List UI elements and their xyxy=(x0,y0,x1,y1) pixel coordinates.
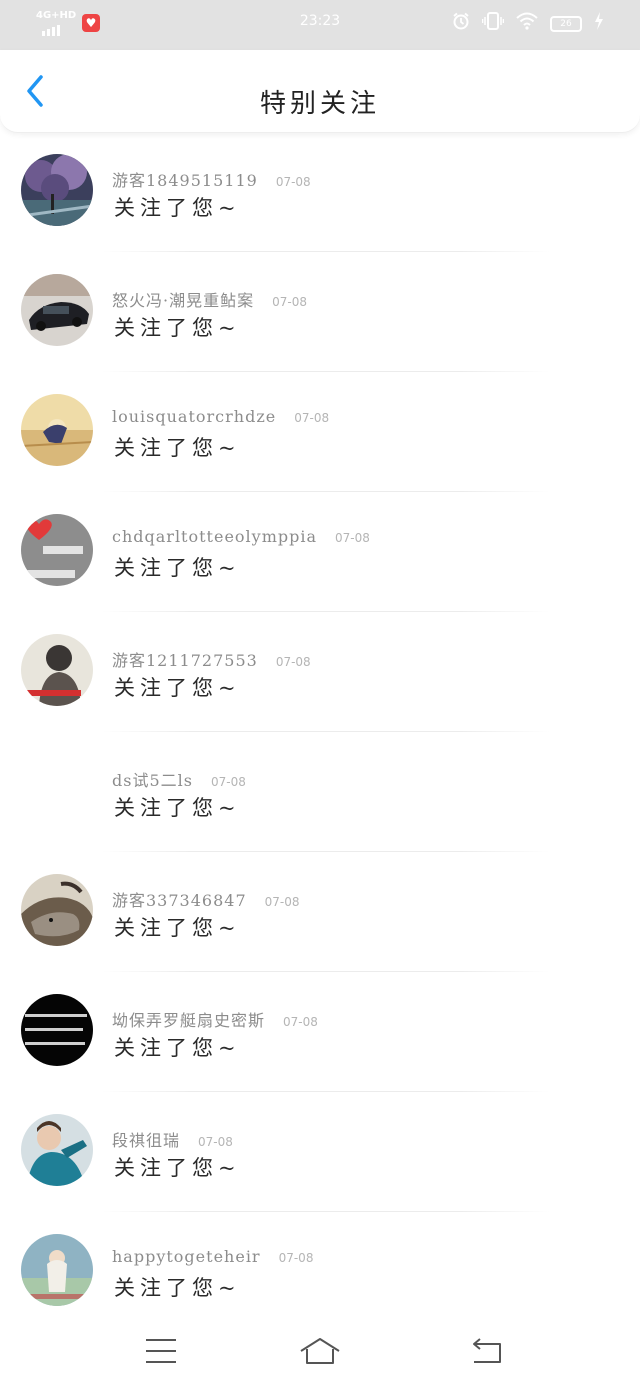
avatar[interactable] xyxy=(21,394,93,466)
follow-message: 关注了您~ xyxy=(114,676,241,700)
follow-date: 07-08 xyxy=(272,295,307,309)
follow-message: 关注了您~ xyxy=(114,1276,241,1300)
charging-icon xyxy=(594,12,604,35)
user-name[interactable]: 游客1211727553 xyxy=(112,647,258,671)
avatar[interactable] xyxy=(21,754,93,826)
avatar[interactable] xyxy=(21,154,93,226)
battery-level: 26 xyxy=(560,18,572,29)
wifi-icon xyxy=(516,12,538,35)
follow-message: 关注了您~ xyxy=(114,196,241,220)
follow-date: 07-08 xyxy=(294,411,330,425)
follow-date: 07-08 xyxy=(335,531,370,545)
user-name[interactable]: 段祺徂瑞 xyxy=(112,1127,180,1151)
list-item[interactable]: 游客1849515119 07-08 关注了您~ xyxy=(0,132,640,252)
user-name[interactable]: 怒火冯·潮晃重鲇案 xyxy=(112,287,254,311)
avatar[interactable] xyxy=(21,634,93,706)
user-name[interactable]: 坳保弄罗艇扇史密斯 xyxy=(112,1007,265,1031)
page-title: 特别关注 xyxy=(259,89,380,119)
list-item[interactable]: happytogeteheir 07-08 关注了您~ xyxy=(0,1212,640,1332)
follow-message: 关注了您~ xyxy=(114,556,241,580)
list-item[interactable]: louisquatorcrhdze 07-08 关注了您~ xyxy=(0,372,640,492)
status-right: 26 xyxy=(452,12,604,35)
user-name[interactable]: chdqarltotteeolymppia xyxy=(112,527,317,546)
follow-list: 游客1849515119 07-08 关注了您~ 怒火冯·潮晃重鲇案 07-08… xyxy=(0,132,640,1332)
follow-message: 关注了您~ xyxy=(114,916,241,940)
back-icon xyxy=(473,1338,501,1363)
follow-message: 关注了您~ xyxy=(114,1156,241,1180)
vibrate-icon xyxy=(481,12,505,35)
avatar[interactable] xyxy=(21,994,93,1066)
user-name[interactable]: happytogeteheir xyxy=(112,1247,261,1266)
home-button[interactable] xyxy=(295,1331,345,1371)
back-nav-button[interactable] xyxy=(463,1331,513,1371)
follow-date: 07-08 xyxy=(275,175,311,189)
user-name[interactable]: louisquatorcrhdze xyxy=(112,407,276,426)
avatar[interactable] xyxy=(21,514,93,586)
header: 特别关注 xyxy=(0,50,640,133)
system-nav-bar xyxy=(0,1315,640,1387)
battery-icon: 26 xyxy=(550,15,582,32)
user-name[interactable]: ds试5二ls xyxy=(112,767,193,791)
follow-message: 关注了您~ xyxy=(114,1036,241,1060)
follow-date: 07-08 xyxy=(210,775,246,789)
follow-message: 关注了您~ xyxy=(114,316,241,340)
follow-date: 07-08 xyxy=(283,1015,318,1029)
list-item[interactable]: 怒火冯·潮晃重鲇案 07-08 关注了您~ xyxy=(0,252,640,372)
alarm-icon xyxy=(452,12,470,35)
list-item[interactable]: chdqarltotteeolymppia 07-08 关注了您~ xyxy=(0,492,640,612)
follow-message: 关注了您~ xyxy=(114,436,241,460)
follow-date: 07-08 xyxy=(264,895,300,909)
status-bar: 4G+HD ♥ 23:23 26 xyxy=(0,0,640,50)
home-icon xyxy=(300,1338,340,1364)
list-item[interactable]: 游客337346847 07-08 关注了您~ xyxy=(0,852,640,972)
avatar[interactable] xyxy=(21,1114,93,1186)
user-name[interactable]: 游客337346847 xyxy=(112,887,247,911)
follow-date: 07-08 xyxy=(278,1251,314,1265)
avatar[interactable] xyxy=(21,1234,93,1306)
user-name[interactable]: 游客1849515119 xyxy=(112,167,258,191)
follow-date: 07-08 xyxy=(198,1135,233,1149)
avatar[interactable] xyxy=(21,274,93,346)
follow-message: 关注了您~ xyxy=(114,796,241,820)
follow-date: 07-08 xyxy=(275,655,311,669)
list-item[interactable]: 游客1211727553 07-08 关注了您~ xyxy=(0,612,640,732)
menu-button[interactable] xyxy=(136,1331,186,1371)
avatar[interactable] xyxy=(21,874,93,946)
list-item[interactable]: ds试5二ls 07-08 关注了您~ xyxy=(0,732,640,852)
menu-icon xyxy=(146,1339,176,1363)
list-item[interactable]: 段祺徂瑞 07-08 关注了您~ xyxy=(0,1092,640,1212)
list-item[interactable]: 坳保弄罗艇扇史密斯 07-08 关注了您~ xyxy=(0,972,640,1092)
